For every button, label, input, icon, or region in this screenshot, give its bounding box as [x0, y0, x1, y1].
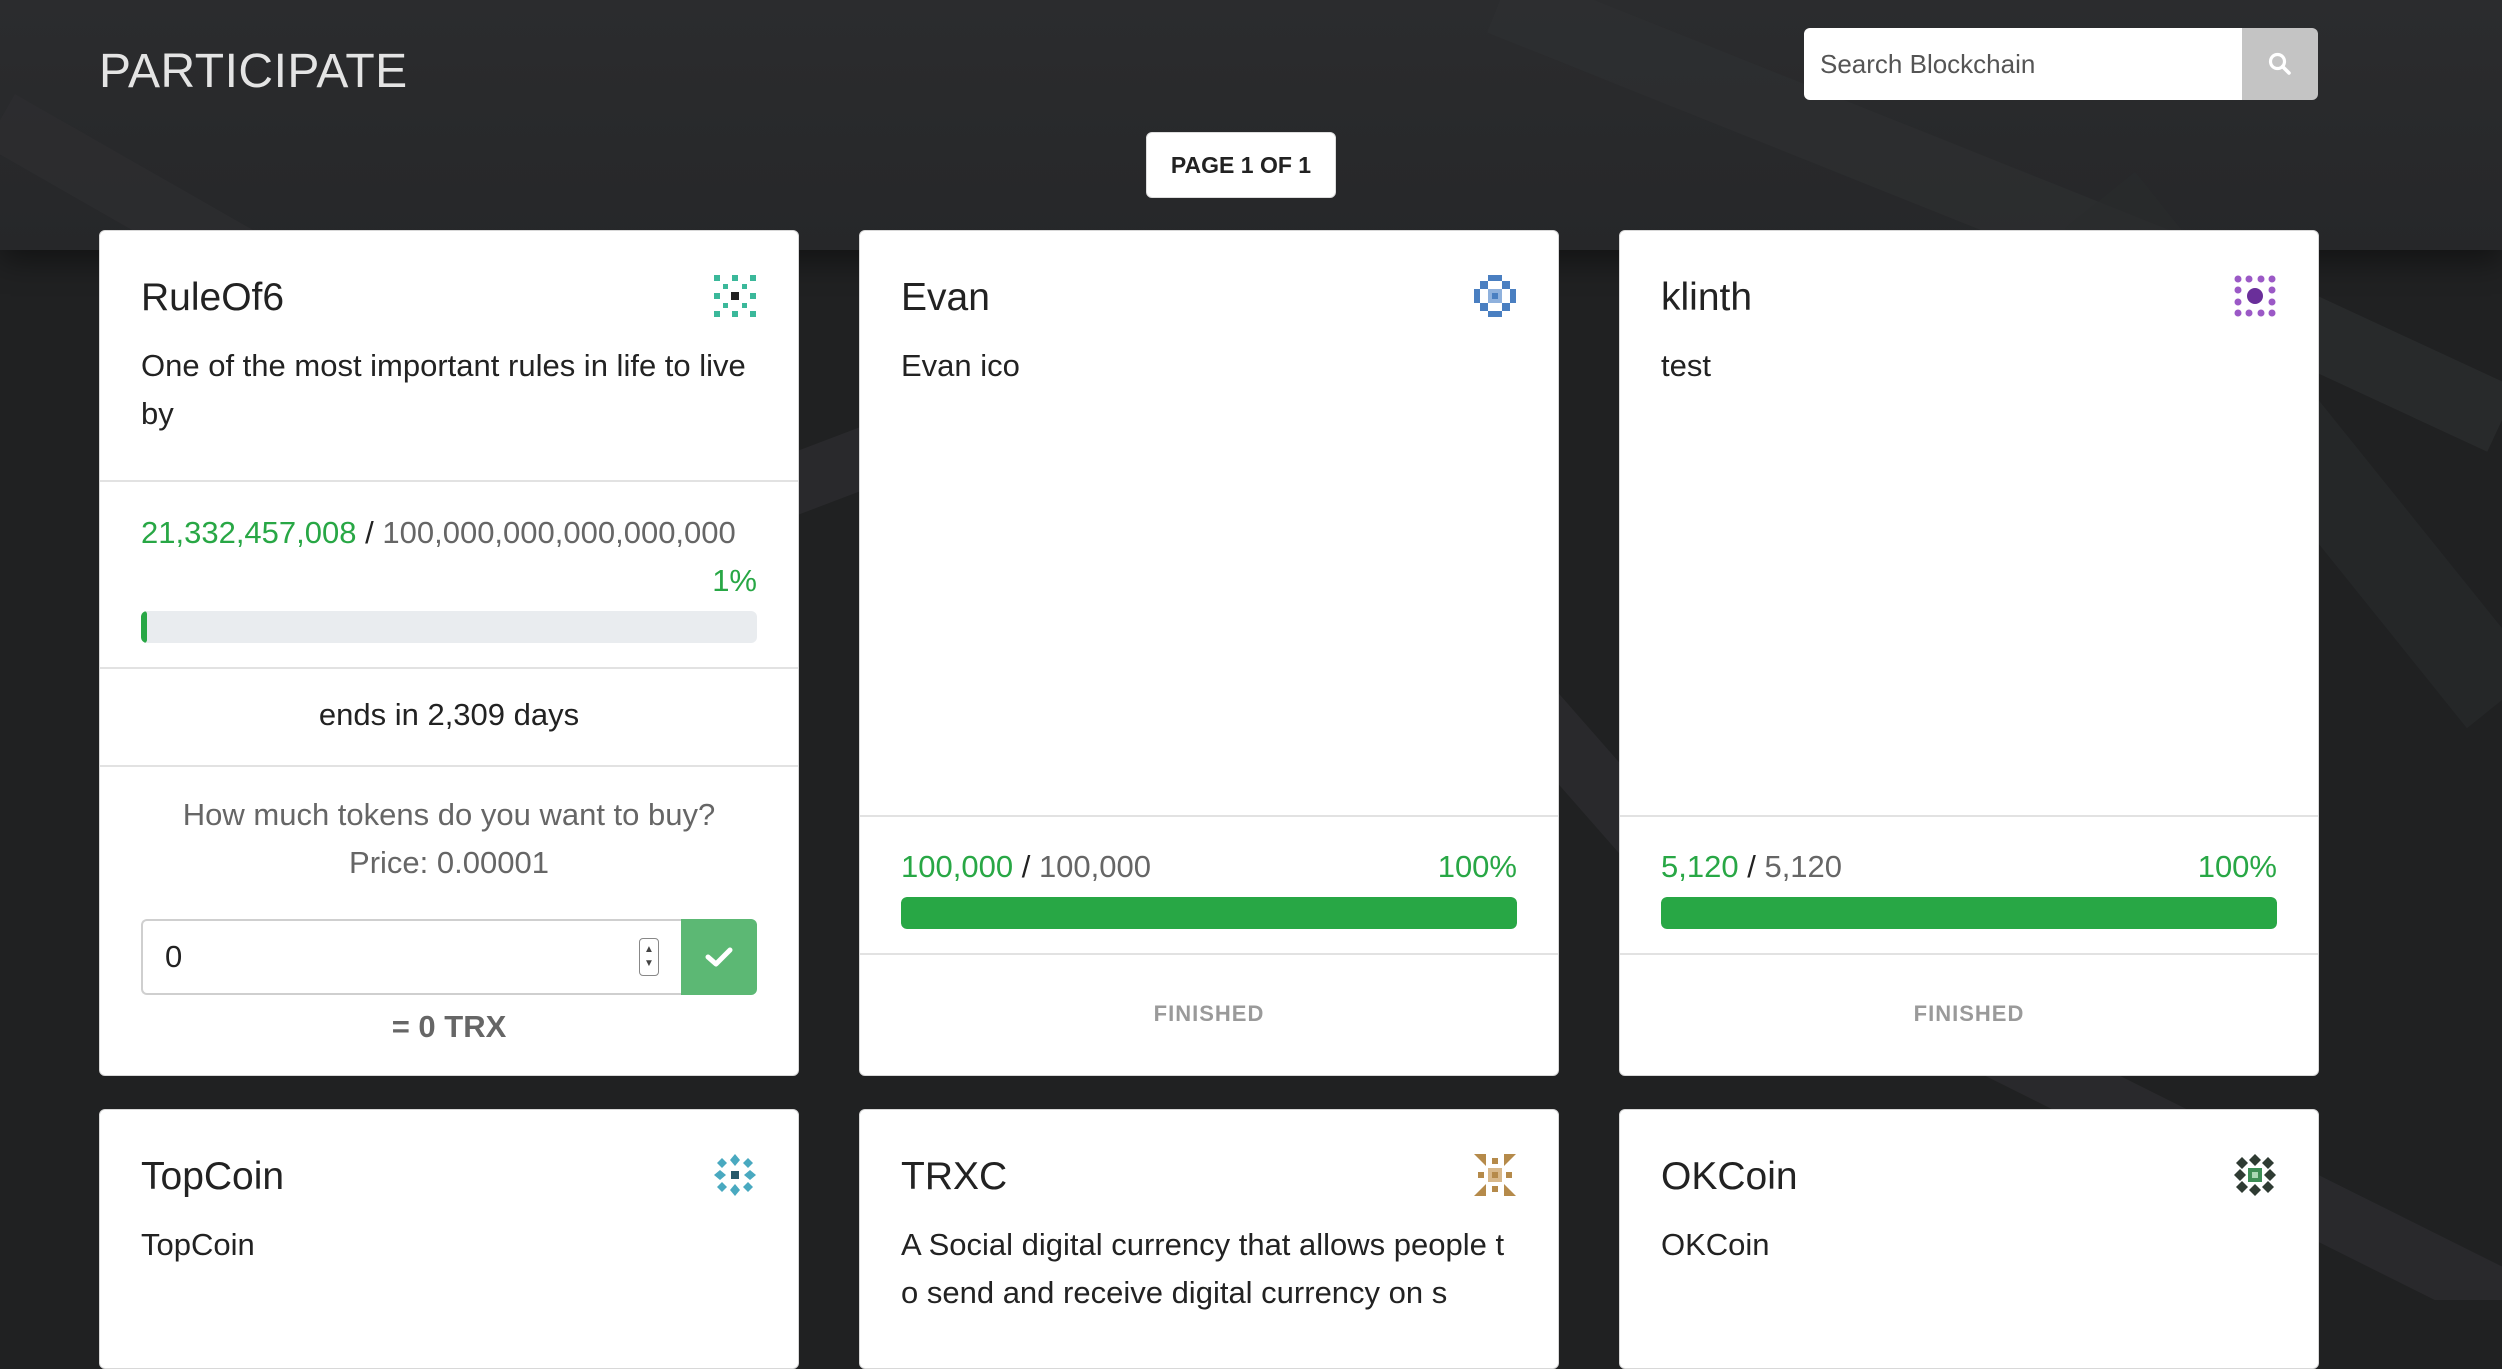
confirm-buy-button[interactable] [681, 919, 757, 995]
token-description: OKCoin [1661, 1226, 1770, 1262]
number-stepper[interactable]: ▲ ▼ [639, 938, 659, 976]
progress-bar-fill [901, 897, 1517, 929]
identicon-icon [1474, 1154, 1516, 1196]
token-card-okcoin: OKCoin OKCoin [1619, 1109, 2319, 1369]
page-indicator: PAGE 1 OF 1 [1146, 132, 1336, 198]
funding-progress-text: 21,332,457,008 / 100,000,000,000,000,000… [141, 509, 757, 598]
checkmark-icon [705, 947, 733, 967]
funding-progress-text: 100,000 / 100,000 100% [901, 843, 1517, 891]
progress-bar-fill [141, 611, 148, 643]
token-name: Evan [901, 276, 990, 319]
token-card-topcoin: TopCoin TopCoin [99, 1109, 799, 1369]
token-amount-input[interactable]: 0 ▲ ▼ [141, 919, 681, 995]
token-name: TRXC [901, 1155, 1008, 1198]
card-header: OKCoin OKCoin [1620, 1110, 2318, 1269]
progress-percent: 1% [712, 563, 757, 598]
divider [100, 765, 798, 767]
divider [860, 953, 1558, 955]
token-card-evan: Evan Evan ico 100,000 / 100,000 100% FIN… [859, 230, 1559, 1076]
token-description: Evan ico [901, 347, 1020, 383]
separator: / [1747, 849, 1756, 884]
identicon-icon [714, 1154, 756, 1196]
token-amount-value: 0 [165, 939, 183, 974]
divider [1620, 953, 2318, 955]
token-card-klinth: klinth test 5,120 / 5,120 100% FINISHED [1619, 230, 2319, 1076]
raised-amount: 21,332,457,008 [141, 515, 357, 550]
identicon-icon [2234, 1154, 2276, 1196]
progress-percent: 100% [1437, 849, 1517, 884]
raised-amount: 100,000 [901, 849, 1014, 884]
raised-amount: 5,120 [1661, 849, 1739, 884]
token-name: RuleOf6 [141, 276, 285, 319]
progress-bar [141, 611, 757, 643]
goal-amount: 100,000,000,000,000,000 [382, 515, 736, 550]
token-name: TopCoin [141, 1155, 285, 1198]
divider [100, 480, 798, 482]
divider [1620, 815, 2318, 817]
total-trx: = 0 TRX [391, 1009, 507, 1044]
token-description: TopCoin [141, 1226, 255, 1262]
progress-percent: 100% [2197, 849, 2277, 884]
progress-bar-fill [1661, 897, 2277, 929]
card-header: RuleOf6 One of the most important rules … [100, 231, 798, 438]
token-price: Price: 0.00001 [349, 845, 549, 880]
separator: / [365, 515, 374, 550]
goal-amount: 5,120 [1764, 849, 1843, 884]
search-icon [2268, 52, 2291, 75]
identicon-icon [2234, 275, 2276, 317]
identicon-icon [1474, 275, 1516, 317]
progress-bar [1661, 897, 2277, 929]
identicon-icon [714, 275, 756, 317]
ends-in-text: ends in 2,309 days [318, 697, 580, 732]
token-name: klinth [1661, 276, 1753, 319]
funding-progress-text: 5,120 / 5,120 100% [1661, 843, 2277, 891]
card-header: klinth test [1620, 231, 2318, 390]
progress-bar [901, 897, 1517, 929]
buy-question: How much tokens do you want to buy? [182, 797, 716, 832]
token-description: A Social digital currency that allows pe… [901, 1226, 1505, 1310]
search-bar [1804, 28, 2318, 100]
divider [860, 815, 1558, 817]
token-card-ruleof6: RuleOf6 One of the most important rules … [99, 230, 799, 1076]
status-finished: FINISHED [1913, 1001, 2025, 1026]
page-title: PARTICIPATE [99, 45, 408, 98]
card-header: Evan Evan ico [860, 231, 1558, 390]
card-header: TopCoin TopCoin [100, 1110, 798, 1269]
separator: / [1021, 849, 1031, 884]
token-description: One of the most important rules in life … [141, 347, 746, 431]
status-finished: FINISHED [1153, 1001, 1265, 1026]
token-card-trxc: TRXC A Social digital currency that allo… [859, 1109, 1559, 1369]
token-description: test [1661, 347, 1711, 383]
goal-amount: 100,000 [1038, 849, 1151, 884]
divider [100, 667, 798, 669]
token-name: OKCoin [1661, 1155, 1798, 1198]
search-input[interactable] [1804, 28, 2242, 100]
search-button[interactable] [2242, 28, 2318, 100]
card-header: TRXC A Social digital currency that allo… [860, 1110, 1558, 1317]
